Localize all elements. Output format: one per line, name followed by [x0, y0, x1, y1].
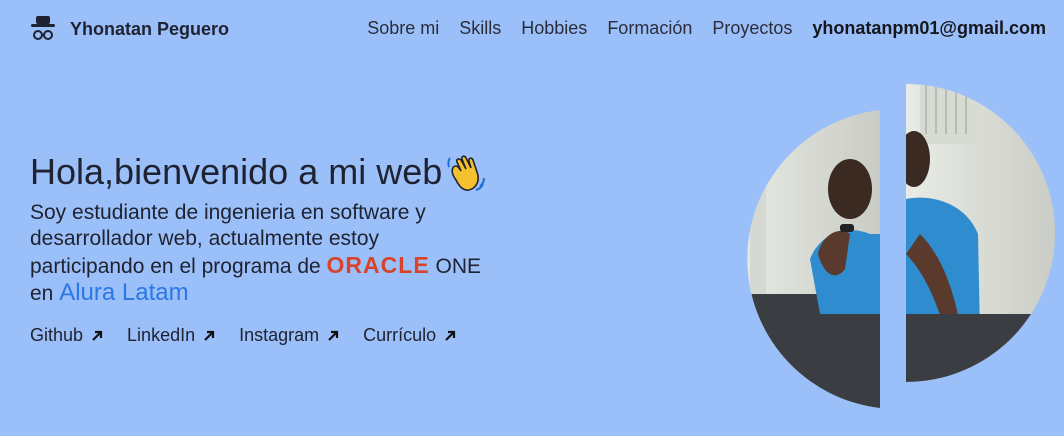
hero-title: Hola,bienvenido a mi web	[30, 150, 570, 194]
nav-proyectos[interactable]: Proyectos	[712, 18, 792, 39]
profile-photo	[747, 84, 1055, 408]
curriculo-link[interactable]: Currículo	[363, 325, 456, 346]
nav-hobbies[interactable]: Hobbies	[521, 18, 587, 39]
brand-name: Yhonatan Peguero	[70, 18, 230, 39]
curriculo-label: Currículo	[363, 325, 437, 345]
instagram-label: Instagram	[239, 325, 320, 345]
photo-right-half	[906, 84, 1055, 382]
hero: Hola,bienvenido a mi web Soy estudiante …	[30, 150, 570, 307]
oracle-logo: ORACLE	[326, 252, 430, 278]
alura-link[interactable]: Alura Latam	[59, 279, 188, 306]
incognito-hat-icon	[31, 16, 55, 40]
nav-formacion[interactable]: Formación	[607, 18, 692, 39]
linkedin-link[interactable]: LinkedIn	[127, 325, 215, 346]
nav-skills[interactable]: Skills	[459, 18, 501, 39]
waving-hand-icon	[447, 155, 486, 191]
brand[interactable]: Yhonatan Peguero	[30, 14, 229, 44]
github-label: Github	[30, 325, 84, 345]
intro-paragraph: Soy estudiante de ingenieria en software…	[30, 200, 570, 307]
email-link[interactable]: yhonatanpm01@gmail.com	[812, 18, 1046, 39]
arrow-up-right-icon	[445, 330, 456, 341]
github-link[interactable]: Github	[30, 325, 103, 346]
one-text: ONE	[435, 255, 482, 278]
greeting-text: Hola,bienvenido a mi web	[30, 151, 443, 192]
intro-line-3: participando en el programa de	[30, 255, 321, 278]
intro-line-1: Soy estudiante de ingenieria en software…	[30, 201, 426, 224]
instagram-link[interactable]: Instagram	[239, 325, 339, 346]
en-text: en	[30, 282, 54, 305]
arrow-up-right-icon	[92, 330, 103, 341]
linkedin-label: LinkedIn	[127, 325, 196, 345]
nav-sobre-mi[interactable]: Sobre mi	[367, 18, 439, 39]
photo-left-half	[747, 110, 880, 408]
social-links: Github LinkedIn Instagram Currículo	[30, 325, 480, 346]
arrow-up-right-icon	[328, 330, 339, 341]
arrow-up-right-icon	[204, 330, 215, 341]
intro-line-2: desarrollador web, actualmente estoy	[30, 227, 380, 250]
main-nav: Sobre mi Skills Hobbies Formación Proyec…	[347, 18, 1046, 39]
